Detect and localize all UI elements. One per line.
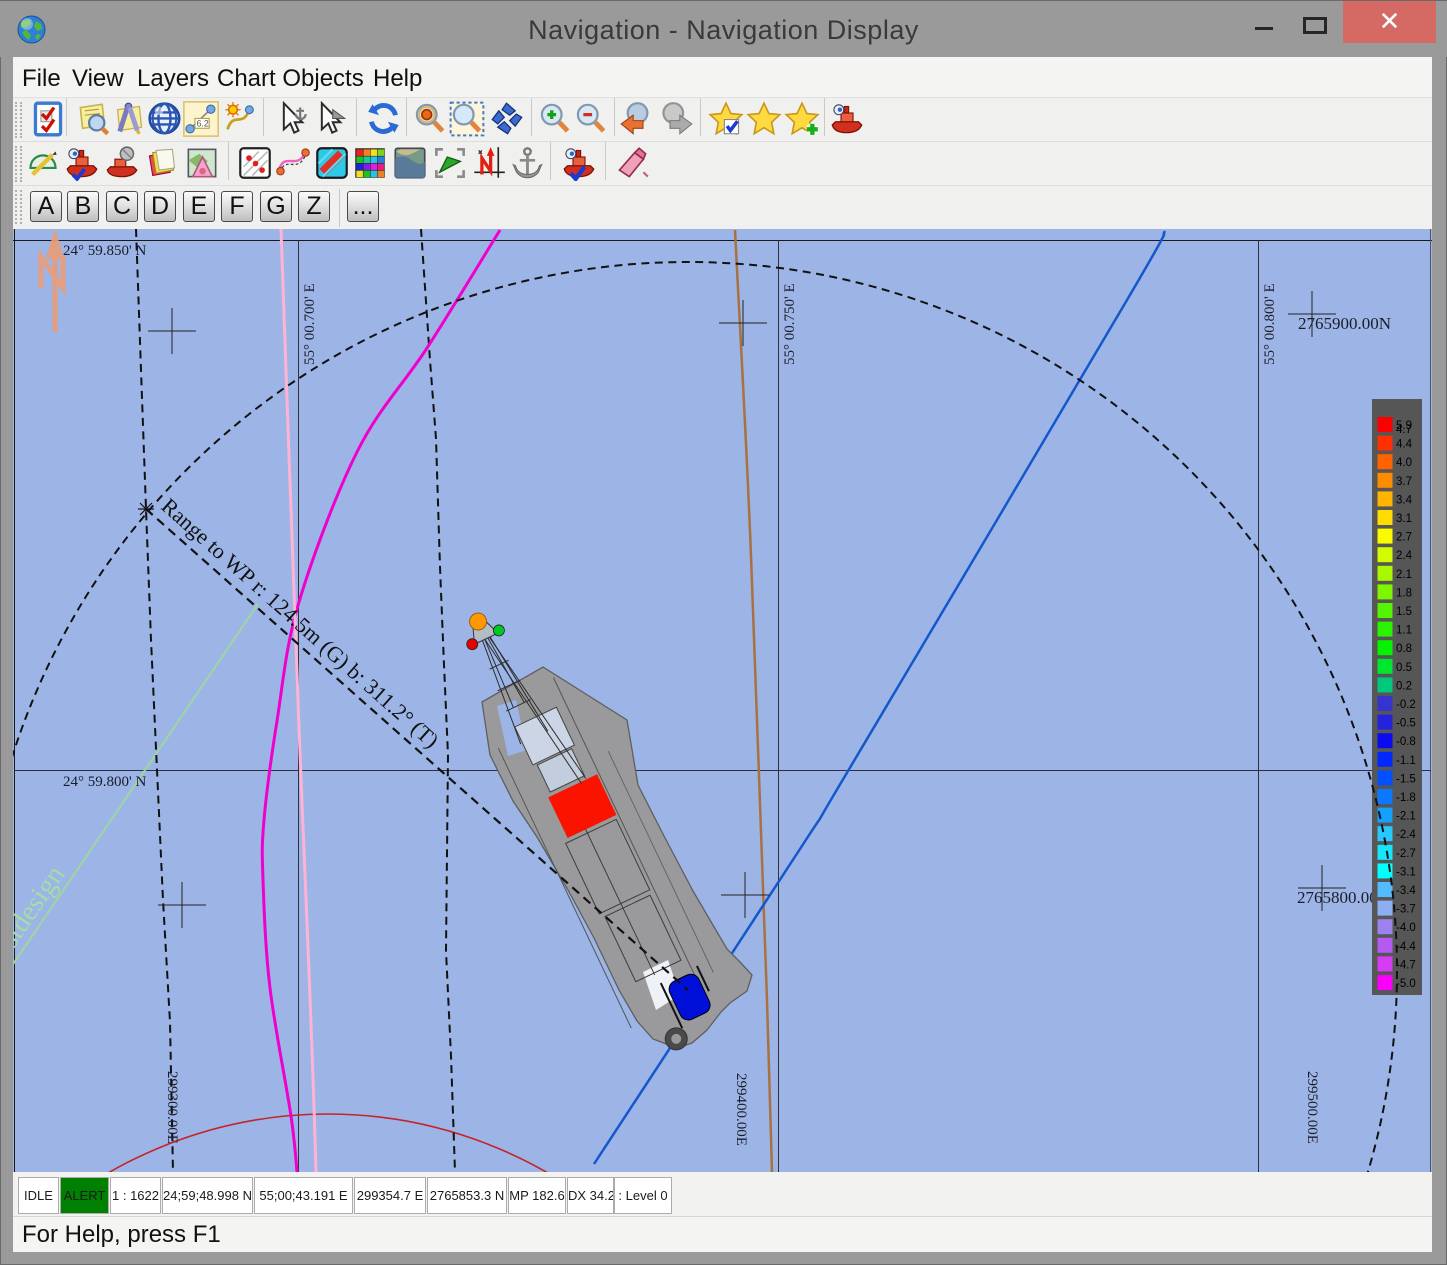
svg-text:6.2: 6.2 <box>197 119 209 129</box>
svg-text:0.2: 0.2 <box>1396 680 1412 692</box>
svg-text:299400.00E: 299400.00E <box>733 1073 749 1146</box>
svg-text:0.8: 0.8 <box>1396 643 1412 655</box>
svg-text:2.4: 2.4 <box>1396 550 1413 562</box>
svg-text:299300.00E: 299300.00E <box>164 1071 180 1144</box>
svg-text:-4.4: -4.4 <box>1396 941 1416 953</box>
svg-text:-0.8: -0.8 <box>1396 736 1416 748</box>
svg-text:299500.00E: 299500.00E <box>1304 1071 1320 1144</box>
svg-text:-4.7: -4.7 <box>1396 959 1416 971</box>
svg-text:-1.8: -1.8 <box>1396 792 1416 804</box>
svg-text:1.1: 1.1 <box>1396 625 1412 637</box>
svg-text:2.7: 2.7 <box>1396 532 1412 544</box>
svg-text:2.1: 2.1 <box>1396 569 1412 581</box>
svg-text:24° 59.850' N: 24° 59.850' N <box>63 243 146 259</box>
svg-text:24° 59.800' N: 24° 59.800' N <box>63 774 146 790</box>
svg-text:2765800.00: 2765800.00 <box>1297 888 1378 907</box>
svg-text:0.5: 0.5 <box>1396 662 1412 674</box>
svg-text:4.4: 4.4 <box>1396 439 1413 451</box>
svg-text:3.4: 3.4 <box>1396 494 1413 506</box>
svg-text:-3.4: -3.4 <box>1396 885 1416 897</box>
svg-text:-1.5: -1.5 <box>1396 773 1416 785</box>
svg-text:-2.7: -2.7 <box>1396 848 1416 860</box>
svg-text:1.8: 1.8 <box>1396 587 1412 599</box>
svg-text:-1.1: -1.1 <box>1396 755 1416 767</box>
svg-text:4.0: 4.0 <box>1396 457 1412 469</box>
svg-text:3.7: 3.7 <box>1396 476 1412 488</box>
svg-text:55° 00.750' E: 55° 00.750' E <box>782 283 798 365</box>
svg-text:4.7: 4.7 <box>1396 424 1412 436</box>
svg-text:-4.0: -4.0 <box>1396 922 1416 934</box>
svg-text:-3.7: -3.7 <box>1396 904 1416 916</box>
svg-text:-2.4: -2.4 <box>1396 829 1416 841</box>
svg-text:-0.2: -0.2 <box>1396 699 1416 711</box>
svg-text:3.1: 3.1 <box>1396 513 1412 525</box>
svg-text:2765900.00N: 2765900.00N <box>1298 314 1391 333</box>
svg-text:-0.5: -0.5 <box>1396 718 1416 730</box>
svg-text:1.5: 1.5 <box>1396 606 1412 618</box>
svg-text:55° 00.800' E: 55° 00.800' E <box>1262 283 1278 365</box>
svg-text:-5.0: -5.0 <box>1396 978 1416 990</box>
svg-text:-2.1: -2.1 <box>1396 811 1416 823</box>
svg-text:55° 00.700' E: 55° 00.700' E <box>302 283 318 365</box>
svg-text:-3.1: -3.1 <box>1396 866 1416 878</box>
